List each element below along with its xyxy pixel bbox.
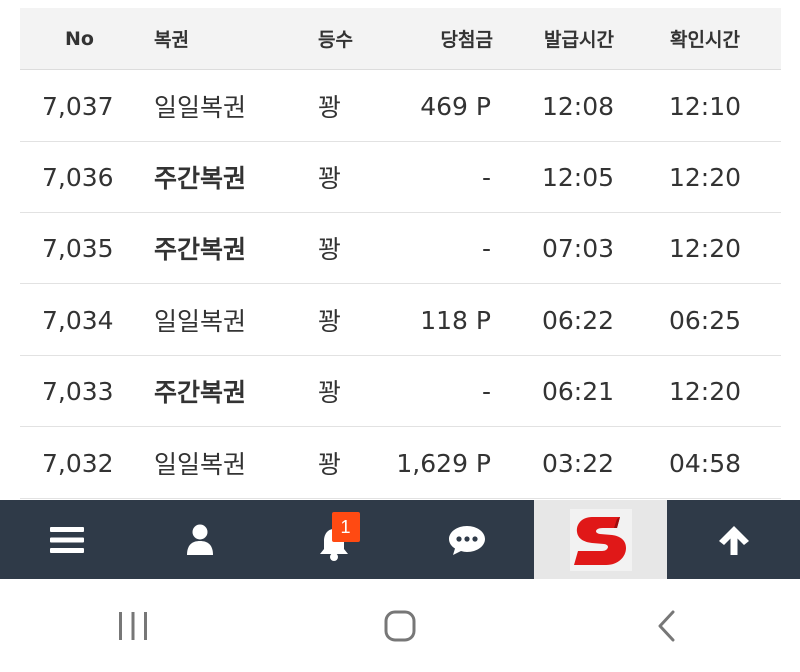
cell-no: 7,033 [42, 376, 114, 406]
cell-checked-time: 12:20 [669, 376, 742, 406]
cell-prize: - [481, 233, 491, 263]
cell-no: 7,036 [42, 162, 114, 192]
lottery-history-table: No 복권 등수 당첨금 발급시간 확인시간 7,037 일일복권 꽝 469 … [0, 0, 800, 500]
home-button[interactable] [267, 579, 534, 672]
chat-button[interactable] [400, 500, 534, 579]
cell-no: 7,035 [42, 233, 114, 263]
cell-issued-time: 12:05 [542, 162, 615, 192]
table-row[interactable]: 7,036 주간복권 꽝 - 12:05 12:20 [20, 142, 781, 213]
cell-no: 7,037 [42, 91, 114, 121]
menu-button[interactable] [0, 500, 133, 579]
arrow-up-icon [718, 525, 749, 555]
cell-no: 7,034 [42, 305, 114, 335]
header-prize: 당첨금 [440, 29, 493, 51]
cell-type: 주간복권 [154, 164, 247, 193]
cell-prize: 118 P [420, 305, 491, 335]
table-row[interactable]: 7,037 일일복권 꽝 469 P 12:08 12:10 [20, 71, 781, 142]
notification-badge: 1 [331, 512, 360, 542]
cell-checked-time: 12:20 [669, 162, 742, 192]
notifications-button[interactable]: 1 [267, 500, 400, 579]
bottom-nav-bar: 1 [0, 500, 800, 579]
android-system-nav [0, 579, 800, 672]
cell-issued-time: 06:21 [542, 376, 615, 406]
logo-s-icon [569, 508, 632, 571]
chat-icon [449, 525, 485, 555]
back-icon [658, 610, 675, 641]
recent-apps-icon [119, 611, 148, 640]
table-header: No 복권 등수 당첨금 발급시간 확인시간 [20, 8, 781, 70]
cell-issued-time: 03:22 [542, 448, 615, 478]
back-button[interactable] [533, 579, 800, 672]
recent-apps-button[interactable] [0, 579, 267, 672]
cell-issued-time: 06:22 [542, 305, 615, 335]
site-logo-button[interactable] [534, 500, 667, 579]
cell-checked-time: 12:10 [669, 91, 742, 121]
cell-prize: - [481, 376, 491, 406]
table-row[interactable]: 7,034 일일복권 꽝 118 P 06:22 06:25 [20, 285, 781, 356]
cell-issued-time: 12:08 [542, 91, 615, 121]
cell-type: 주간복권 [154, 378, 247, 407]
header-type: 복권 [154, 29, 189, 51]
header-grade: 등수 [318, 29, 353, 51]
cell-issued-time: 07:03 [542, 233, 615, 263]
cell-type: 주간복권 [154, 235, 247, 264]
header-issued-time: 발급시간 [544, 29, 614, 51]
cell-prize: - [481, 162, 491, 192]
menu-icon [49, 526, 84, 553]
cell-checked-time: 12:20 [669, 233, 742, 263]
header-checked-time: 확인시간 [670, 29, 740, 51]
table-row[interactable]: 7,032 일일복권 꽝 1,629 P 03:22 04:58 [20, 428, 781, 499]
home-icon [384, 610, 416, 641]
cell-grade: 꽝 [318, 450, 342, 479]
table-row[interactable]: 7,035 주간복권 꽝 - 07:03 12:20 [20, 213, 781, 284]
cell-type: 일일복권 [154, 93, 247, 122]
cell-prize: 1,629 P [396, 448, 491, 478]
table-row[interactable]: 7,033 주간복권 꽝 - 06:21 12:20 [20, 356, 781, 427]
cell-type: 일일복권 [154, 450, 247, 479]
cell-checked-time: 04:58 [669, 448, 742, 478]
cell-grade: 꽝 [318, 378, 342, 407]
cell-grade: 꽝 [318, 307, 342, 336]
profile-button[interactable] [133, 500, 267, 579]
cell-prize: 469 P [420, 91, 491, 121]
cell-no: 7,032 [42, 448, 114, 478]
user-icon [187, 524, 213, 555]
cell-type: 일일복권 [154, 307, 247, 336]
cell-checked-time: 06:25 [669, 305, 742, 335]
scroll-top-button[interactable] [667, 500, 800, 579]
cell-grade: 꽝 [318, 235, 342, 264]
cell-grade: 꽝 [318, 93, 342, 122]
cell-grade: 꽝 [318, 164, 342, 193]
header-no: No [65, 27, 94, 50]
